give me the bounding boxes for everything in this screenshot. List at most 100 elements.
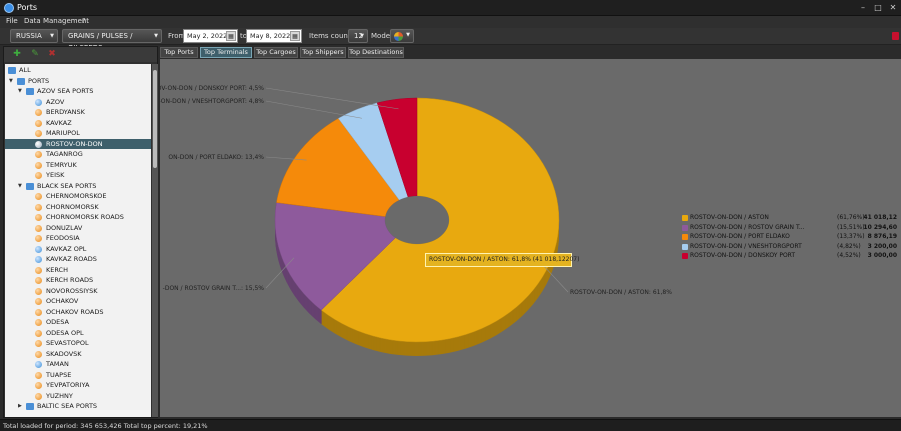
country-dropdown[interactable]: RUSSIA ▼ (10, 29, 58, 43)
tree-item-label: DONUZLAV (46, 223, 83, 232)
add-icon[interactable]: ✚ (12, 49, 22, 59)
doughnut-hole-top (385, 196, 449, 244)
tree-item[interactable]: AZOV (5, 97, 151, 108)
from-date-value: May 2, 2022 (187, 32, 228, 40)
tree-item[interactable]: YEISK (5, 170, 151, 181)
to-date-value: May 8, 2022 (250, 32, 291, 40)
tree-item[interactable]: NOVOROSSIYSK (5, 286, 151, 297)
tree-item-label: TAMAN (46, 360, 69, 368)
tree-item-label: TUAPSE (46, 370, 72, 379)
tree-item-label: KAVKAZ (46, 118, 72, 127)
port-icon (35, 130, 42, 137)
from-date-input[interactable]: May 2, 2022 ▦ (183, 29, 238, 43)
tree-item[interactable]: FEODOSIA (5, 233, 151, 244)
tree-item[interactable]: OCHAKOV ROADS (5, 307, 151, 318)
country-value: RUSSIA (16, 32, 42, 40)
tree-item[interactable]: CHORNOMORSK (5, 202, 151, 213)
tree-item[interactable]: KERCH ROADS (5, 275, 151, 286)
menu-help[interactable]: ? (82, 17, 86, 25)
tree-item-label: ROSTOV-ON-DON (46, 139, 103, 148)
tree-item[interactable]: TAGANROG (5, 149, 151, 160)
port-tree[interactable]: ALL ▼ PORTS ▼ AZOV SEA PORTS AZOV BERDYANSK KAV… (5, 64, 151, 417)
tree-scrollbar[interactable] (152, 64, 158, 417)
maximize-icon[interactable]: □ (872, 2, 884, 13)
tree-item[interactable]: YUZHNY (5, 391, 151, 402)
legend-swatch (682, 234, 688, 240)
close-icon[interactable]: ✕ (887, 2, 899, 13)
tab-top-shippers[interactable]: Top Shippers (300, 47, 346, 58)
collapse-icon[interactable]: ▼ (9, 76, 13, 86)
port-icon (35, 350, 42, 358)
folder-icon (17, 77, 25, 85)
expand-icon[interactable]: ▶ (18, 401, 22, 411)
tree-item-label: KERCH ROADS (46, 276, 94, 284)
cargo-dropdown[interactable]: GRAINS / PULSES / OILSEEDS ▼ (62, 29, 162, 52)
items-count-label: Items count: (309, 32, 353, 40)
tree-item[interactable]: ROSTOV-ON-DON (5, 138, 151, 149)
tree-item-label: AZOV SEA PORTS (37, 87, 94, 95)
tree-item[interactable]: ODESA (5, 317, 151, 328)
tab-top-destinations[interactable]: Top Destinations (348, 47, 404, 58)
status-text: Total loaded for period: 345 653,426 Tot… (3, 422, 208, 430)
tree-item[interactable]: ▶ BALTIC SEA PORTS (5, 401, 151, 412)
tab-top-cargoes[interactable]: Top Cargoes (254, 47, 298, 58)
to-date-input[interactable]: May 8, 2022 ▦ (246, 29, 302, 43)
legend-entry[interactable]: ROSTOV-ON-DON / DONSKOY PORT (4,52%) 3 000… (682, 251, 897, 261)
delete-icon[interactable]: ✖ (47, 49, 57, 59)
tree-item[interactable]: TEMRYUK (5, 160, 151, 171)
calendar-icon[interactable]: ▦ (290, 31, 300, 41)
legend-entry[interactable]: ROSTOV-ON-DON / ROSTOV GRAIN T... (15,51%… (682, 223, 897, 233)
menu-file[interactable]: File (6, 17, 18, 25)
legend-entry[interactable]: ROSTOV-ON-DON / ASTON (61,76%) 41 018,12 (682, 213, 897, 223)
tree-item[interactable]: ALL (5, 65, 151, 76)
port-icon (35, 203, 42, 211)
tree-item[interactable]: MARIUPOL (5, 128, 151, 139)
collapse-icon[interactable]: ▼ (18, 86, 22, 96)
tree-item-label: NOVOROSSIYSK (46, 286, 98, 295)
tree-item[interactable]: SEVASTOPOL (5, 338, 151, 349)
tree-item[interactable]: BERDYANSK (5, 107, 151, 118)
tree-item[interactable]: CHERNOMORSKOE (5, 191, 151, 202)
port-icon (35, 371, 42, 379)
tree-item[interactable]: ▼ AZOV SEA PORTS (5, 86, 151, 97)
folder-icon (26, 88, 34, 95)
tree-item-label: ALL (19, 66, 31, 74)
mode-dropdown[interactable]: ▼ (390, 29, 414, 43)
port-icon (35, 256, 42, 263)
collapse-icon[interactable]: ▼ (18, 181, 22, 191)
menu-data-management[interactable]: Data Management (24, 17, 89, 25)
tree-item[interactable]: KERCH (5, 265, 151, 276)
tree-item[interactable]: ▼ BLACK SEA PORTS (5, 181, 151, 192)
tree-item[interactable]: YEVPATORIYA (5, 380, 151, 391)
tab-top-ports[interactable]: Top Ports (160, 47, 198, 58)
tree-item-label: TAGANROG (46, 150, 83, 158)
alert-icon[interactable] (892, 32, 899, 40)
tree-item[interactable]: KAVKAZ (5, 118, 151, 129)
tree-item-label: CHERNOMORSKOE (46, 192, 107, 200)
legend-percent: (61,76%) (837, 214, 865, 221)
tree-item[interactable]: DONUZLAV (5, 223, 151, 234)
tree-item-label: KAVKAZ OPL (46, 244, 87, 253)
tab-top-terminals[interactable]: Top Terminals (200, 47, 252, 58)
minimize-icon[interactable]: – (857, 2, 869, 13)
port-icon (35, 235, 42, 242)
scrollbar-thumb[interactable] (153, 70, 157, 168)
tree-item[interactable]: TUAPSE (5, 370, 151, 381)
calendar-icon[interactable]: ▦ (226, 31, 236, 41)
legend-entry[interactable]: ROSTOV-ON-DON / VNESHTORGPORT (4,82%) 3 20… (682, 242, 897, 252)
tree-item[interactable]: OCHAKOV (5, 296, 151, 307)
items-count-dropdown[interactable]: 12 ▼ (348, 29, 368, 43)
tree-item[interactable]: CHORNOMORSK ROADS (5, 212, 151, 223)
tree-item[interactable]: ▼ PORTS (5, 76, 151, 87)
tree-item[interactable]: KAVKAZ ROADS (5, 254, 151, 265)
tree-item[interactable]: ODESA OPL (5, 328, 151, 339)
tree-item[interactable]: TAMAN (5, 359, 151, 370)
tree-item-label: SKADOVSK (46, 349, 82, 358)
tree-item[interactable]: SKADOVSK (5, 349, 151, 360)
port-icon (35, 193, 42, 200)
edit-icon[interactable]: ✎ (30, 49, 40, 59)
tree-item[interactable]: KAVKAZ OPL (5, 244, 151, 255)
legend-entry[interactable]: ROSTOV-ON-DON / PORT ELDAKO (13,37%) 8 876… (682, 232, 897, 242)
legend-swatch (682, 253, 688, 259)
legend-name: ROSTOV-ON-DON / DONSKOY PORT (690, 252, 796, 259)
